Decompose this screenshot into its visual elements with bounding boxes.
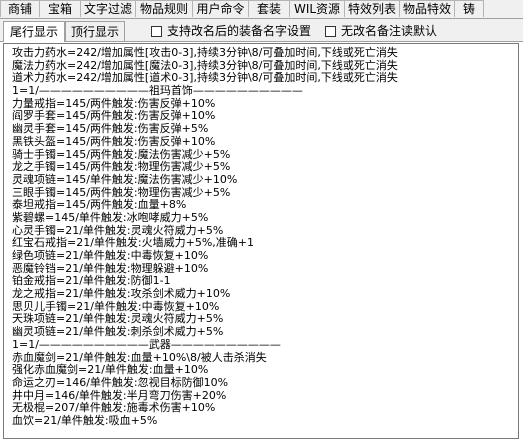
text-line: 血饮=21/单件触发:吸血+5% [12, 413, 158, 427]
text-line: 攻击力药水=242/增加属性[攻击0-3],持续3分钟\8/可叠加时间,下线或死… [12, 46, 398, 59]
text-line: 幽灵手套=145/两件触发:伤害反弹+5% [12, 122, 209, 136]
top-tab[interactable]: 商铺 [0, 0, 40, 17]
no-rename-note-checkbox[interactable]: 无改名备注读默认 [325, 23, 437, 39]
text-lines: 攻击力药水=242/增加属性[攻击0-3],持续3分钟\8/可叠加时间,下线或死… [12, 46, 398, 428]
top-tab[interactable]: 文字过滤 [80, 0, 136, 17]
text-line: 紫碧螺=145/单件触发:冰咆哮威力+5% [12, 210, 209, 224]
text-line: 绿色项链=21/单件触发:中毒恢复+10% [12, 249, 209, 262]
top-tab[interactable]: 特效列表 [344, 0, 400, 17]
text-line: 黑铁头盔=145/两件触发:伤害反弹+10% [12, 134, 216, 148]
checkbox-box[interactable] [325, 25, 336, 37]
text-line: 幽灵项链=21/单件触发:刺杀剑术威力+5% [12, 325, 224, 339]
text-line: 1=1/——————————祖玛首饰—————————— [12, 84, 303, 98]
editor-panel: 攻击力药水=242/增加属性[攻击0-3],持续3分钟\8/可叠加时间,下线或死… [0, 41, 523, 443]
text-line: 龙之戒指=21/单件触发:攻杀剑术威力+10% [12, 287, 231, 301]
top-tab[interactable]: 物品特效 [399, 0, 455, 17]
text-line: 灵魂项链=145/单件触发:魔法伤害减少+10% [12, 172, 238, 186]
checkbox-box[interactable] [151, 25, 162, 37]
config-textarea[interactable]: 攻击力药水=242/增加属性[攻击0-3],持续3分钟\8/可叠加时间,下线或死… [3, 43, 519, 439]
top-tab[interactable]: 套装 [248, 0, 290, 17]
tab-tail-display[interactable]: 尾行显示 [3, 21, 65, 42]
top-tab[interactable]: WIL资源 [289, 0, 345, 17]
top-tab[interactable]: 物品规则 [135, 0, 193, 17]
top-tab[interactable]: 用户命令 [192, 0, 249, 17]
text-line: 1=1/——————————武器—————————— [12, 337, 281, 351]
tab-head-display[interactable]: 顶行显示 [65, 21, 125, 41]
top-tab[interactable]: 宝箱 [39, 0, 81, 17]
rename-setting-checkbox[interactable]: 支持改名后的装备名字设置 [151, 23, 311, 39]
top-tab-bar: 商铺 宝箱 文字过滤 物品规则 用户命令 套装 WIL资源 特效列表 物品特效铸 [0, 0, 523, 19]
sub-toolbar: 尾行显示 顶行显示 支持改名后的装备名字设置 无改名备注读默认 [0, 19, 523, 42]
text-line: 强化赤血魔剑=21/单件触发:血量+10% [12, 363, 209, 377]
text-line: 龙之手镯=145/两件触发:物理伤害减少+5% [12, 160, 231, 174]
rename-setting-label: 支持改名后的装备名字设置 [167, 24, 312, 38]
top-tab[interactable]: 铸 [454, 0, 484, 17]
text-line: 命运之刃=146/单件触发:忽视目标防御10% [12, 375, 229, 389]
no-rename-note-label: 无改名备注读默认 [341, 24, 438, 38]
